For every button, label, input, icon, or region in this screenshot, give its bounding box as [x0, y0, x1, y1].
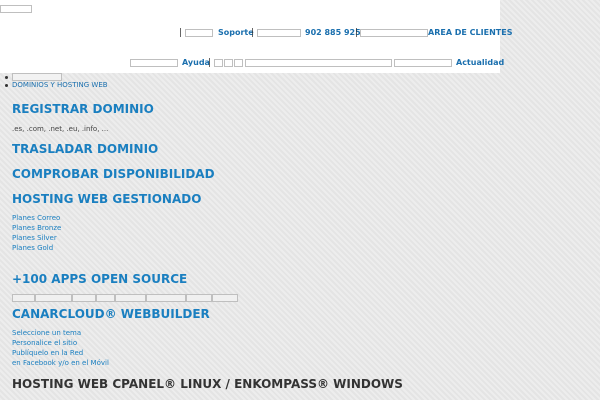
phone-icon [257, 29, 301, 37]
webbuilder-step[interactable]: Personalice el sitio [12, 338, 77, 348]
app-icon[interactable] [72, 294, 96, 302]
check-availability-heading[interactable]: COMPROBAR DISPONIBILIDAD [12, 167, 215, 181]
separator: | [251, 28, 255, 38]
webbuilder-heading[interactable]: CANARCLOUD® WEBBUILDER [12, 307, 210, 321]
managed-hosting-heading[interactable]: HOSTING WEB GESTIONADO [12, 192, 201, 206]
app-icon[interactable] [186, 294, 212, 302]
app-icon[interactable] [35, 294, 72, 302]
app-icon[interactable] [12, 294, 35, 302]
breadcrumb: DOMINIOS Y HOSTING WEB [4, 73, 108, 89]
transfer-domain-heading[interactable]: TRASLADAR DOMINIO [12, 142, 158, 156]
breadcrumb-item[interactable]: DOMINIOS Y HOSTING WEB [4, 81, 108, 89]
support-icon[interactable] [185, 29, 213, 37]
phone-number[interactable]: 902 885 925 [305, 28, 361, 38]
app-icon[interactable] [146, 294, 186, 302]
webbuilder-step[interactable]: en Facebook y/o en el Móvil [12, 358, 109, 368]
cpanel-heading: HOSTING WEB CPANEL® LINUX / ENKOMPASS® W… [12, 377, 403, 391]
header: | Soporte | 902 885 925 | AREA DE CLIENT… [0, 0, 512, 73]
separator: | [208, 58, 212, 68]
news-icon[interactable] [394, 59, 452, 67]
news-link[interactable]: Actualidad [456, 58, 504, 68]
webbuilder-step[interactable]: Seleccione un tema [12, 328, 81, 338]
plan-link[interactable]: Planes Correo [12, 213, 60, 223]
plan-link[interactable]: Planes Gold [12, 243, 53, 253]
app-icon[interactable] [212, 294, 238, 302]
search-input[interactable] [245, 59, 392, 67]
support-link[interactable]: Soporte [218, 28, 254, 38]
plan-link[interactable]: Planes Silver [12, 233, 57, 243]
breadcrumb-home[interactable] [4, 73, 108, 81]
separator: | [179, 28, 183, 38]
nav-icon-1[interactable] [214, 59, 223, 67]
nav-icon-2[interactable] [224, 59, 233, 67]
app-icon[interactable] [115, 294, 146, 302]
webbuilder-step[interactable]: Publíquelo en la Red [12, 348, 83, 358]
plan-link[interactable]: Planes Bronze [12, 223, 61, 233]
client-area-icon[interactable] [360, 29, 428, 37]
register-domain-tlds: .es, .com, .net, .eu, .info, ... [12, 125, 109, 133]
client-area-link[interactable]: AREA DE CLIENTES [428, 28, 512, 38]
home-icon[interactable] [12, 73, 62, 81]
app-icon[interactable] [96, 294, 115, 302]
separator: | [355, 28, 359, 38]
help-link[interactable]: Ayuda [182, 58, 210, 68]
nav-icon-3[interactable] [234, 59, 243, 67]
apps-heading[interactable]: +100 APPS OPEN SOURCE [12, 272, 187, 286]
logo-placeholder[interactable] [0, 5, 32, 13]
help-icon[interactable] [130, 59, 178, 67]
register-domain-heading[interactable]: REGISTRAR DOMINIO [12, 102, 154, 116]
app-icon-strip [12, 294, 238, 302]
